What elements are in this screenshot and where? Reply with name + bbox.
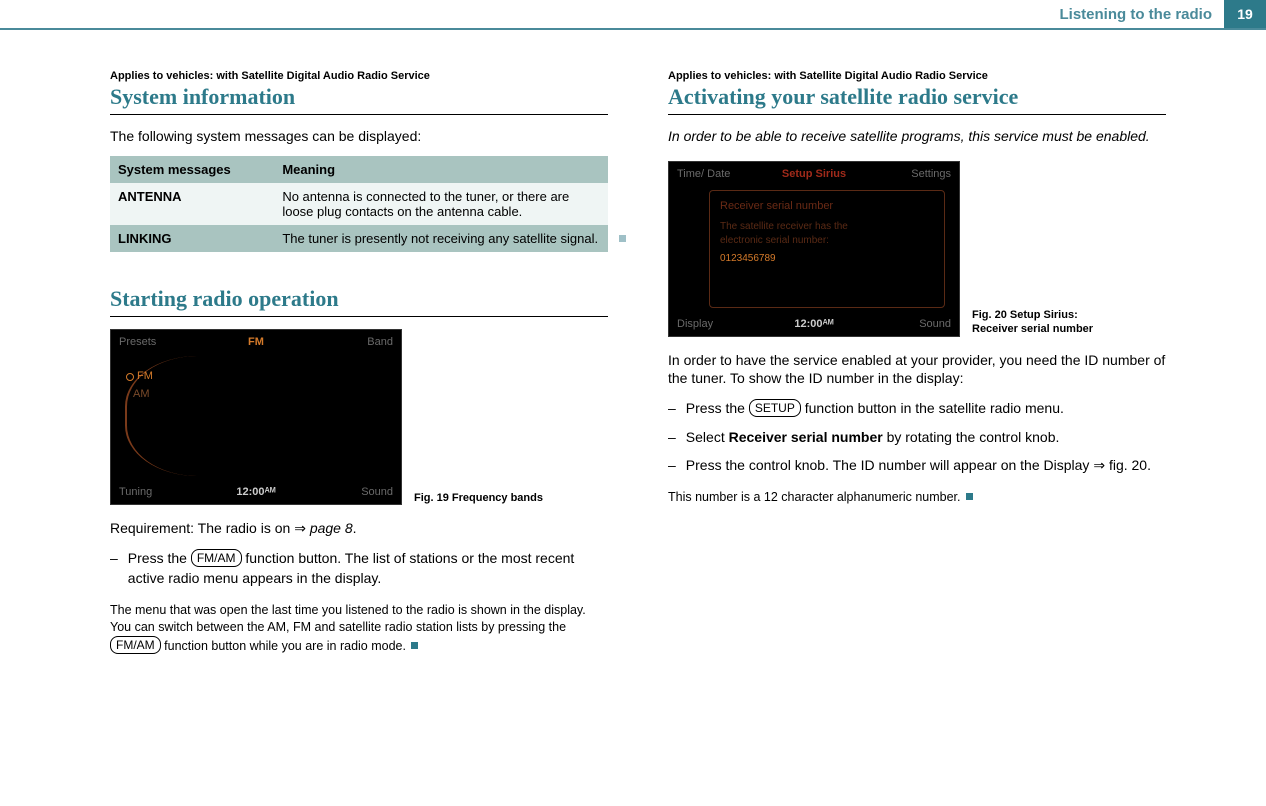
mmi-clock-label: 12:00ᴬᴹ bbox=[669, 318, 959, 330]
end-square-icon bbox=[411, 642, 418, 649]
figure-20: Time/ Date Setup Sirius Settings Receive… bbox=[668, 161, 1166, 337]
list-item: – Press the control knob. The ID number … bbox=[668, 455, 1166, 475]
step-text: Press the control knob. The ID number wi… bbox=[686, 457, 1094, 473]
cell-antenna: ANTENNA bbox=[110, 183, 274, 225]
step-text: by rotating the control knob. bbox=[883, 429, 1060, 445]
step-text: Press the bbox=[686, 400, 749, 416]
right-column: Applies to vehicles: with Satellite Digi… bbox=[668, 70, 1166, 655]
th-meaning: Meaning bbox=[274, 156, 608, 183]
table-row: ANTENNA No antenna is connected to the t… bbox=[110, 183, 608, 225]
heading-activating-satellite: Activating your satellite radio service bbox=[668, 84, 1166, 115]
list-item: – Press the SETUP function button in the… bbox=[668, 398, 1166, 418]
mmi-clock-label: 12:00ᴬᴹ bbox=[111, 486, 401, 498]
step-text: function button in the satellite radio m… bbox=[801, 400, 1064, 416]
mmi-box-title: Receiver serial number bbox=[720, 199, 934, 214]
mmi-sound-label: Sound bbox=[361, 486, 393, 498]
end-square-icon bbox=[619, 235, 626, 242]
mmi-serial-box: Receiver serial number The satellite rec… bbox=[709, 190, 945, 308]
note-post: function button while you are in radio m… bbox=[161, 639, 406, 653]
mmi-screen-fig19: Presets FM Band FM AM Tuning 12:00ᴬᴹ Sou… bbox=[110, 329, 402, 505]
figure-19: Presets FM Band FM AM Tuning 12:00ᴬᴹ Sou… bbox=[110, 329, 608, 505]
arrow-icon: ⇒ bbox=[294, 520, 306, 536]
setup-button[interactable]: SETUP bbox=[749, 399, 801, 417]
mid-text: In order to have the service enabled at … bbox=[668, 351, 1166, 389]
note-pre: The menu that was open the last time you… bbox=[110, 603, 586, 634]
dash-icon: – bbox=[668, 455, 676, 475]
dash-icon: – bbox=[110, 548, 118, 589]
mmi-settings-label: Settings bbox=[911, 168, 951, 180]
mmi-option-am: AM bbox=[133, 388, 150, 400]
list-item: – Press the FM/AM function button. The l… bbox=[110, 548, 608, 589]
mmi-option-fm: FM bbox=[137, 370, 153, 382]
period: . bbox=[353, 520, 357, 536]
cell-linking-meaning: The tuner is presently not receiving any… bbox=[274, 225, 608, 252]
th-system-messages: System mes­sages bbox=[110, 156, 274, 183]
mmi-box-line: The satellite receiver has the bbox=[720, 220, 934, 234]
chapter-title: Listening to the radio bbox=[1060, 6, 1225, 23]
mmi-screen-fig20: Time/ Date Setup Sirius Settings Receive… bbox=[668, 161, 960, 337]
table-row: LINKING The tuner is presently not recei… bbox=[110, 225, 608, 252]
dash-icon: – bbox=[668, 427, 676, 447]
instruction-list-left: – Press the FM/AM function button. The l… bbox=[110, 548, 608, 589]
mmi-sound-label: Sound bbox=[919, 318, 951, 330]
table-header-row: System mes­sages Meaning bbox=[110, 156, 608, 183]
page-link[interactable]: page 8 bbox=[310, 520, 353, 536]
footnote: This number is a 12 character alphanumer… bbox=[668, 489, 1166, 506]
mmi-serial-number: 0123456789 bbox=[720, 252, 934, 266]
mmi-top-center-fm: FM bbox=[111, 336, 401, 348]
cell-antenna-meaning: No antenna is connected to the tuner, or… bbox=[274, 183, 608, 225]
cell-linking: LINKING bbox=[110, 225, 274, 252]
req-pre: Requirement: The radio is on bbox=[110, 520, 294, 536]
page-header: Listening to the radio 19 bbox=[0, 0, 1266, 30]
fig20-caption: Fig. 20 Setup Sirius: Receiver serial nu… bbox=[972, 308, 1122, 337]
footer-note: The menu that was open the last time you… bbox=[110, 602, 608, 655]
step-text: Press the bbox=[128, 550, 191, 566]
arrow-icon: ⇒ bbox=[1093, 457, 1105, 473]
page-number: 19 bbox=[1224, 0, 1266, 28]
intro-text: The following system messages can be dis… bbox=[110, 127, 608, 146]
lead-text: In order to be able to receive satellite… bbox=[668, 127, 1166, 147]
fig19-caption: Fig. 19 Frequency bands bbox=[414, 491, 564, 505]
mmi-box-line: electronic serial number: bbox=[720, 234, 934, 248]
applies-to-label: Applies to vehicles: with Satellite Digi… bbox=[668, 70, 1166, 82]
footnote-text: This number is a 12 character alphanumer… bbox=[668, 490, 961, 504]
receiver-serial-bold: Receiver serial number bbox=[729, 429, 883, 445]
end-square-icon bbox=[966, 493, 973, 500]
fig-ref: fig. 20. bbox=[1109, 457, 1151, 473]
fm-am-button[interactable]: FM/AM bbox=[191, 549, 242, 567]
requirement-text: Requirement: The radio is on ⇒ page 8. bbox=[110, 519, 608, 538]
heading-starting-radio: Starting radio operation bbox=[110, 286, 608, 317]
left-column: Applies to vehicles: with Satellite Digi… bbox=[110, 70, 608, 655]
dash-icon: – bbox=[668, 398, 676, 418]
mmi-arc-icon bbox=[125, 356, 197, 476]
list-item: – Select Receiver serial number by rotat… bbox=[668, 427, 1166, 447]
instruction-list-right: – Press the SETUP function button in the… bbox=[668, 398, 1166, 475]
step-text: Select bbox=[686, 429, 729, 445]
mmi-band-label: Band bbox=[367, 336, 393, 348]
heading-system-information: System information bbox=[110, 84, 608, 115]
applies-to-label: Applies to vehicles: with Satellite Digi… bbox=[110, 70, 608, 82]
fm-am-button[interactable]: FM/AM bbox=[110, 636, 161, 654]
system-messages-table: System mes­sages Meaning ANTENNA No ante… bbox=[110, 156, 608, 252]
